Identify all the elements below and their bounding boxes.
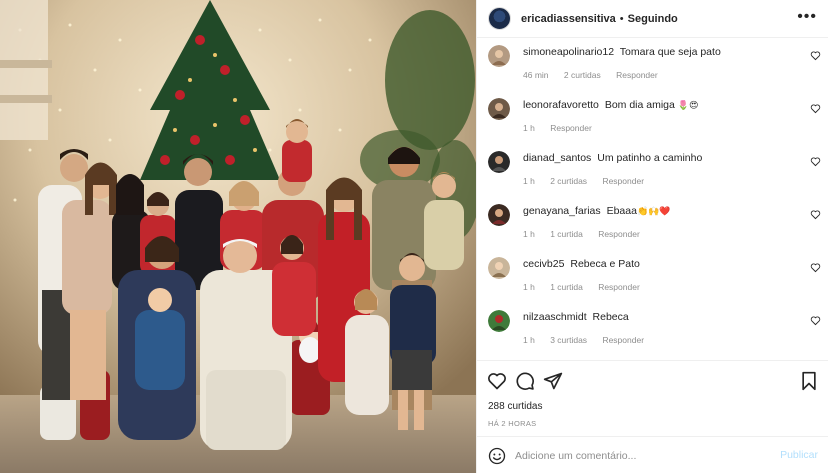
reply-button[interactable]: Responder (550, 123, 592, 133)
post-actions: 288 curtidas HÁ 2 HORAS Publicar (477, 360, 828, 473)
comment-likes[interactable]: 2 curtidas (550, 176, 587, 186)
heart-icon[interactable] (810, 315, 821, 326)
commenter-avatar[interactable] (488, 45, 510, 67)
like-heart-icon[interactable] (487, 371, 507, 391)
commenter-avatar[interactable] (488, 310, 510, 332)
comment-text: nilzaaschmidt Rebeca (523, 310, 629, 324)
post-header: ericadiassensitiva • Seguindo ••• (477, 0, 828, 38)
comment-likes[interactable]: 1 curtida (550, 229, 583, 239)
comment-time[interactable]: 1 h (523, 335, 535, 345)
heart-icon[interactable] (810, 156, 821, 167)
reply-button[interactable]: Responder (602, 176, 644, 186)
family-christmas-photo (0, 0, 476, 473)
comment-body: Rebeca (592, 311, 629, 323)
comment-text: genayana_farias Ebaaa👏🙌❤️ (523, 204, 671, 219)
comment-time[interactable]: 1 h (523, 229, 535, 239)
heart-icon[interactable] (810, 103, 821, 114)
comment-username[interactable]: dianad_santos (523, 152, 591, 164)
publish-button[interactable]: Publicar (780, 449, 818, 461)
likes-count[interactable]: 288 curtidas (488, 401, 542, 412)
comment-body: Tomara que seja pato (619, 46, 721, 58)
comment-username[interactable]: leonorafavoretto (523, 99, 599, 111)
comment-text: simoneapolinario12 Tomara que seja pato (523, 45, 721, 59)
comment-body: Bom dia amiga (604, 99, 675, 111)
comment-meta: 46 min 2 curtidas Responder (523, 70, 671, 80)
comment-username[interactable]: nilzaaschmidt (523, 311, 587, 323)
comment-time[interactable]: 1 h (523, 282, 535, 292)
comments-list[interactable]: simoneapolinario12 Tomara que seja pato … (477, 38, 828, 360)
heart-icon[interactable] (810, 262, 821, 273)
comment-meta: 1 h 3 curtidas Responder (523, 335, 657, 345)
comment-text: leonorafavoretto Bom dia amiga 🌷😍 (523, 98, 698, 113)
share-send-icon[interactable] (543, 371, 563, 391)
comment-meta: 1 h Responder (523, 123, 605, 133)
post-time[interactable]: HÁ 2 HORAS (488, 419, 536, 428)
post-photo[interactable] (0, 0, 476, 473)
comment-time[interactable]: 1 h (523, 123, 535, 133)
comment-username[interactable]: simoneapolinario12 (523, 46, 614, 58)
comment-item: genayana_farias Ebaaa👏🙌❤️ 1 h 1 curtida … (477, 197, 828, 250)
comment-item: cecivb25 Rebeca e Pato 1 h 1 curtida Res… (477, 250, 828, 303)
more-options-icon[interactable]: ••• (797, 9, 817, 25)
comment-body: Ebaaa (606, 205, 637, 217)
comment-meta: 1 h 1 curtida Responder (523, 282, 653, 292)
comment-username[interactable]: cecivb25 (523, 258, 564, 270)
comment-bubble-icon[interactable] (515, 371, 535, 391)
follow-status-button[interactable]: Seguindo (628, 13, 678, 25)
commenter-avatar[interactable] (488, 151, 510, 173)
comment-username[interactable]: genayana_farias (523, 205, 601, 217)
comment-likes[interactable]: 2 curtidas (564, 70, 601, 80)
comment-time[interactable]: 1 h (523, 176, 535, 186)
add-comment-bar: Publicar (477, 436, 828, 473)
comment-likes[interactable]: 1 curtida (550, 282, 583, 292)
heart-icon[interactable] (810, 209, 821, 220)
comment-item: nilzaaschmidt Rebeca 1 h 3 curtidas Resp… (477, 303, 828, 356)
comment-emoji: 🌷😍 (677, 101, 699, 111)
reply-button[interactable]: Responder (602, 335, 644, 345)
comment-body: Um patinho a caminho (597, 152, 703, 164)
commenter-avatar[interactable] (488, 98, 510, 120)
comment-item: simoneapolinario12 Tomara que seja pato … (477, 38, 828, 91)
comment-body: Rebeca e Pato (570, 258, 640, 270)
header-separator: • (619, 12, 624, 25)
reply-button[interactable]: Responder (616, 70, 658, 80)
reply-button[interactable]: Responder (598, 282, 640, 292)
commenter-avatar[interactable] (488, 257, 510, 279)
comment-text: cecivb25 Rebeca e Pato (523, 257, 640, 271)
post-side-panel: ericadiassensitiva • Seguindo ••• simone… (476, 0, 828, 473)
post-author-username[interactable]: ericadiassensitiva (521, 13, 616, 25)
comment-input[interactable] (515, 447, 765, 465)
comment-text: dianad_santos Um patinho a caminho (523, 151, 702, 165)
reply-button[interactable]: Responder (598, 229, 640, 239)
save-bookmark-icon[interactable] (799, 371, 819, 391)
heart-icon[interactable] (810, 50, 821, 61)
comment-time[interactable]: 46 min (523, 70, 549, 80)
comment-emoji: 👏🙌❤️ (636, 207, 671, 217)
comment-likes[interactable]: 3 curtidas (550, 335, 587, 345)
emoji-icon[interactable] (488, 447, 506, 465)
profile-avatar[interactable] (488, 7, 511, 30)
comment-item: dianad_santos Um patinho a caminho 1 h 2… (477, 144, 828, 197)
comment-meta: 1 h 1 curtida Responder (523, 229, 653, 239)
comment-item: leonorafavoretto Bom dia amiga 🌷😍 1 h Re… (477, 91, 828, 144)
commenter-avatar[interactable] (488, 204, 510, 226)
comment-meta: 1 h 2 curtidas Responder (523, 176, 657, 186)
